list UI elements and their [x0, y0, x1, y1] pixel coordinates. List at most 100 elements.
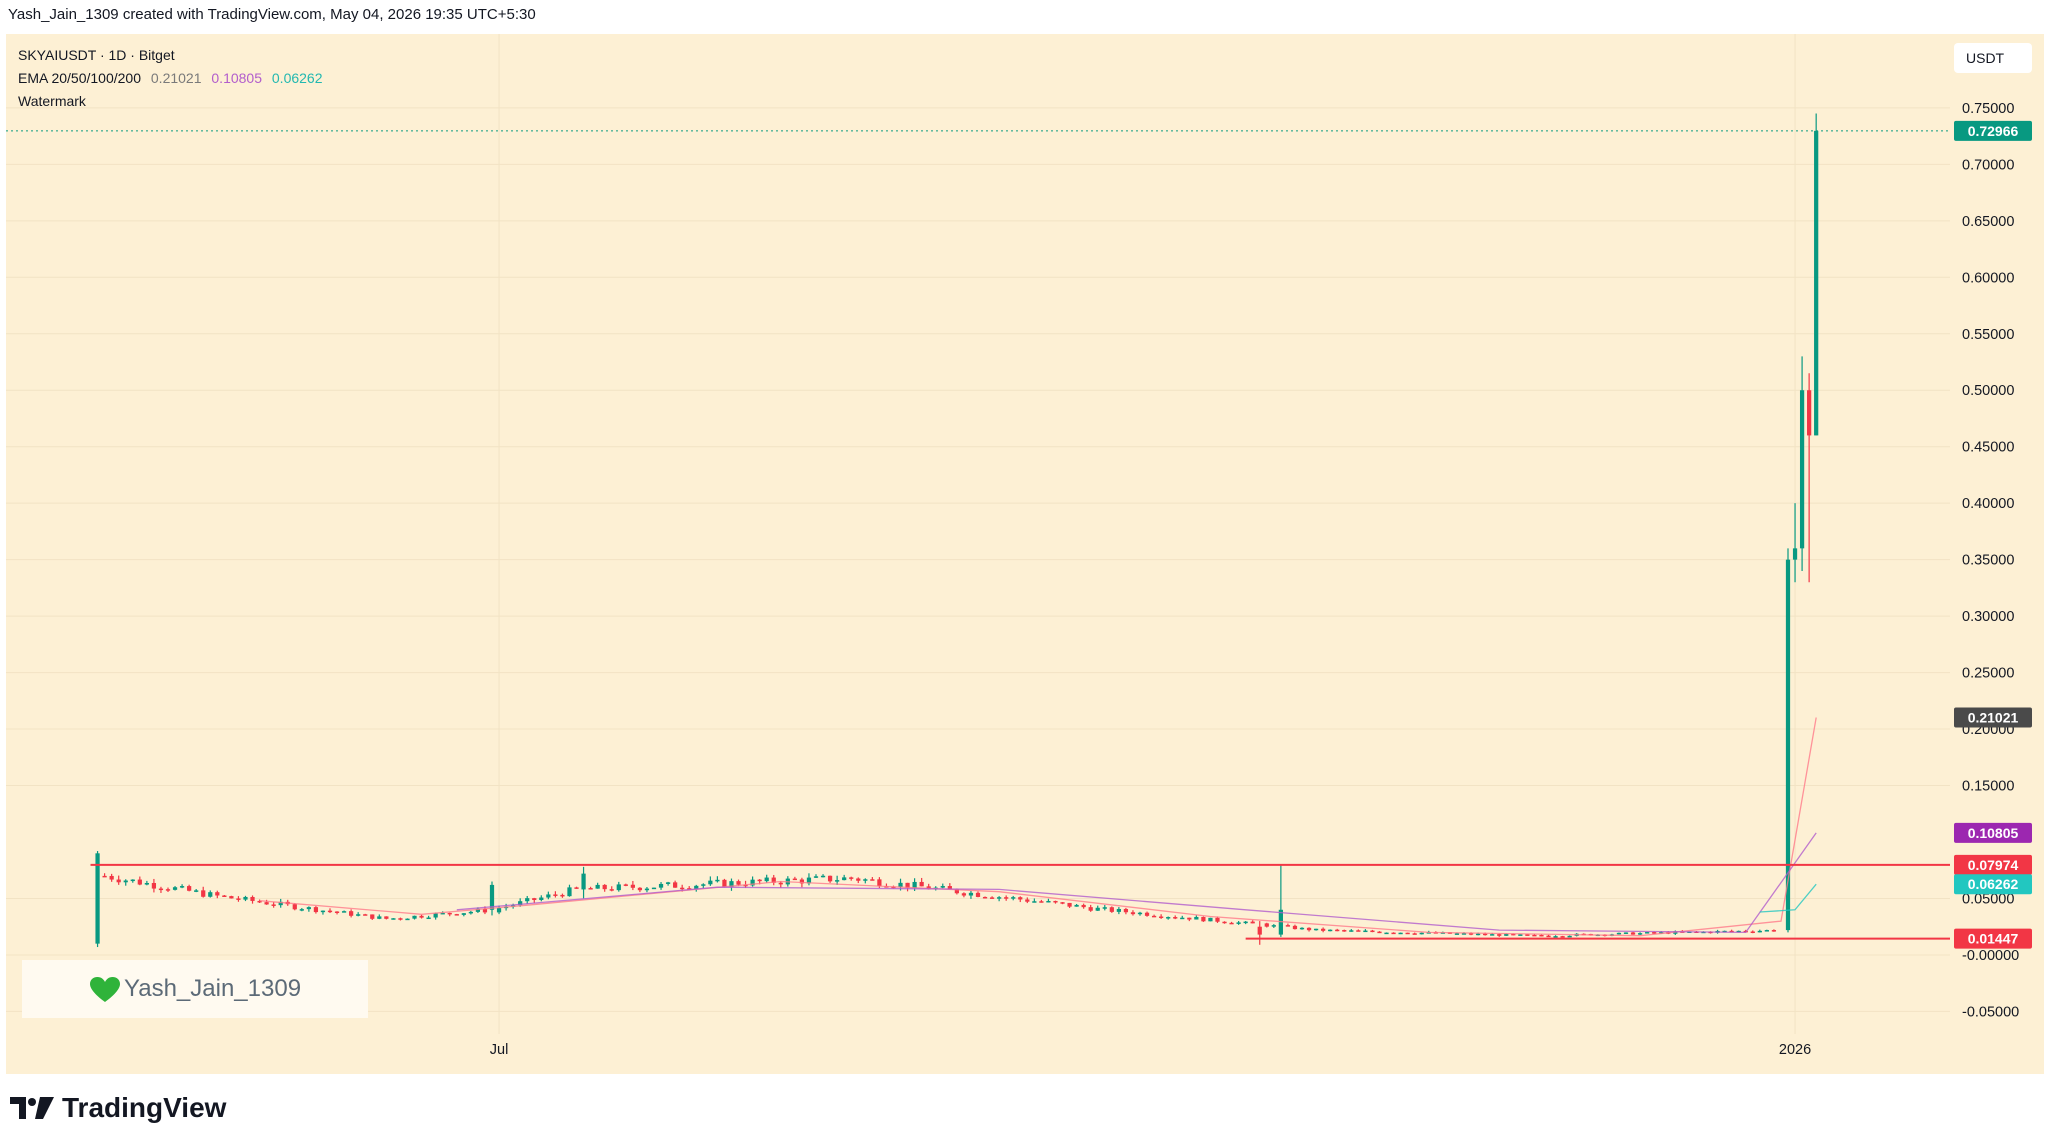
- candle-body: [1264, 923, 1269, 927]
- candle-body: [856, 878, 861, 881]
- y-tick-label: 0.35000: [1962, 553, 2014, 569]
- candle-body: [560, 894, 565, 897]
- candle-body: [1144, 912, 1150, 916]
- candle-body: [1567, 935, 1572, 938]
- y-tick-label: 0.70000: [1962, 157, 2014, 173]
- candle-body: [95, 853, 100, 944]
- candle-body: [356, 914, 361, 916]
- candle-body: [1004, 897, 1009, 899]
- ema-legend-row[interactable]: EMA 20/50/100/200 0.21021 0.10805 0.0626…: [18, 67, 323, 90]
- candle-body: [1335, 929, 1340, 932]
- candle-body: [602, 884, 607, 890]
- candle-body: [827, 875, 833, 882]
- candle-body: [1166, 917, 1171, 919]
- candle-body: [630, 884, 635, 888]
- candle-body: [1109, 907, 1114, 912]
- candle-body: [835, 880, 840, 882]
- candle-body: [1475, 933, 1481, 936]
- y-tick-label: 0.40000: [1962, 496, 2014, 512]
- candle-body: [1292, 925, 1298, 930]
- y-tick-label: 0.65000: [1962, 214, 2014, 230]
- candle-body: [1229, 922, 1234, 925]
- chart-legend: SKYAIUSDT · 1D · Bitget EMA 20/50/100/20…: [18, 44, 323, 113]
- candle-body: [975, 892, 981, 897]
- candle-body: [341, 911, 347, 913]
- candle-body: [736, 881, 741, 885]
- y-tick-label: 0.15000: [1962, 779, 2014, 795]
- watermark-legend[interactable]: Watermark: [18, 90, 323, 113]
- currency-selector[interactable]: USDT: [1954, 43, 2032, 73]
- grid-lines: [6, 34, 1950, 1034]
- candle-body: [968, 892, 974, 896]
- candle-body: [299, 909, 304, 911]
- chart-panel[interactable]: 0.75000 0.70000 0.65000 0.60000 0.55000 0.500…: [6, 34, 2044, 1074]
- candle-body: [1088, 907, 1093, 911]
- candle-body: [292, 904, 297, 910]
- y-tick-label: 0.55000: [1962, 327, 2014, 343]
- candle-body: [1518, 934, 1523, 936]
- candle-body: [919, 881, 924, 887]
- candle-body: [461, 913, 466, 915]
- candle-body: [320, 910, 326, 913]
- candle-body: [588, 888, 593, 890]
- candle-body: [1187, 917, 1192, 920]
- candle-body: [1236, 922, 1241, 924]
- price-badge-label: 0.07974: [1968, 857, 2019, 873]
- candle-body: [1652, 932, 1657, 934]
- candle-body: [1497, 934, 1502, 936]
- candle-body: [447, 912, 452, 915]
- y-tick-label: 0.60000: [1962, 270, 2014, 286]
- ema50-value: 0.10805: [211, 70, 262, 86]
- candle-body: [1553, 936, 1558, 938]
- candle-body: [1081, 904, 1086, 908]
- candle-body: [1807, 390, 1812, 436]
- candle-body: [574, 887, 579, 889]
- symbol-info[interactable]: SKYAIUSDT · 1D · Bitget: [18, 44, 323, 67]
- candle-body: [722, 879, 727, 887]
- candle-body: [1645, 932, 1650, 934]
- candle-body: [651, 887, 657, 890]
- candle-body: [194, 890, 199, 892]
- candle-body: [1201, 916, 1206, 922]
- candles: [95, 113, 1819, 948]
- candle-body: [1328, 929, 1333, 932]
- candle-body: [1757, 930, 1762, 933]
- heart-icon: [90, 977, 120, 1002]
- candle-body: [532, 898, 537, 900]
- candle-body: [525, 898, 530, 902]
- candle-body: [1377, 931, 1382, 934]
- candle-body: [940, 886, 945, 888]
- candle-body: [1032, 901, 1037, 903]
- candle-body: [130, 879, 135, 882]
- candle-body: [151, 882, 157, 889]
- candle-body: [849, 877, 854, 879]
- candle-body: [229, 896, 234, 899]
- candle-body: [623, 884, 628, 886]
- candle-body: [1313, 928, 1319, 931]
- price-badges: 0.72966 0.21021 0.10805 0.07974 0.06262 0.014…: [1954, 120, 2032, 949]
- price-badge-label: 0.21021: [1968, 710, 2019, 726]
- y-tick-label: 0.75000: [1962, 101, 2014, 117]
- candle-body: [1525, 934, 1530, 936]
- candle-body: [1180, 917, 1185, 920]
- footer-brand[interactable]: TradingView: [10, 1092, 226, 1124]
- candle-body: [426, 917, 431, 920]
- candle-body: [665, 882, 671, 884]
- candle-body: [553, 894, 558, 896]
- candle-body: [1102, 907, 1107, 909]
- price-chart[interactable]: 0.75000 0.70000 0.65000 0.60000 0.55000 0.500…: [6, 34, 2044, 1074]
- watermark-box: Yash_Jain_1309: [22, 960, 368, 1018]
- candle-body: [539, 897, 544, 900]
- candle-body: [349, 911, 354, 916]
- candle-body: [820, 875, 826, 878]
- candle-body: [433, 913, 438, 918]
- candle-body: [398, 918, 403, 920]
- candle-body: [116, 879, 121, 883]
- candle-body: [701, 884, 706, 886]
- candle-body: [1799, 390, 1805, 549]
- candle-body: [1299, 927, 1305, 930]
- candle-body: [1257, 926, 1262, 935]
- candle-body: [1349, 930, 1354, 932]
- candle-body: [412, 915, 417, 919]
- candle-body: [1750, 931, 1755, 934]
